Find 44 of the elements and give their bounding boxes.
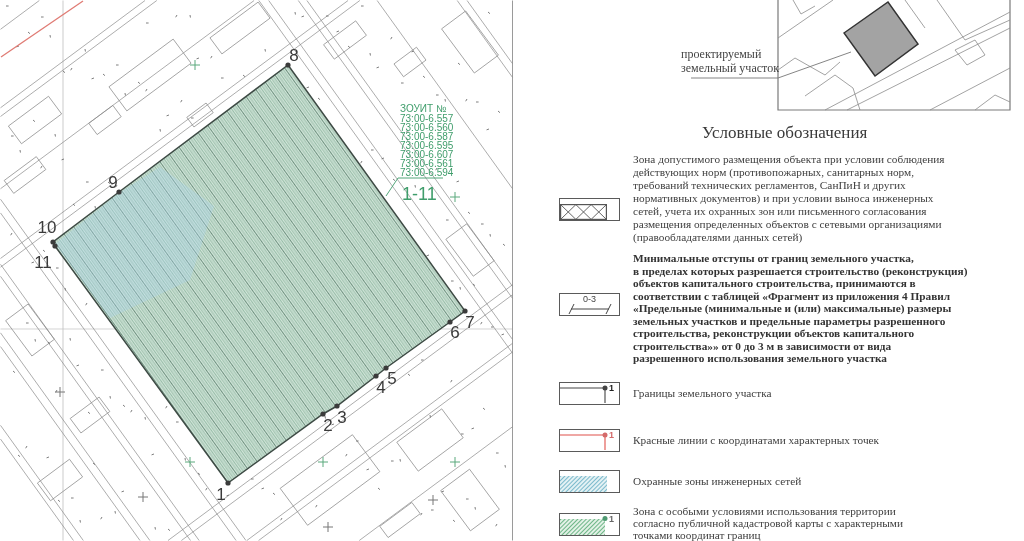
dimension-line-icon xyxy=(567,304,612,314)
point-label: 3 xyxy=(337,408,347,427)
hatch-swatch-icon xyxy=(560,514,608,535)
boundary-point-icon xyxy=(383,365,389,371)
boundary-point-icon xyxy=(285,62,291,68)
legend-description: Зона с особыми условиями использования территории согласно публичной кадастровой карты с характерными точками координат границ xyxy=(633,504,904,541)
point-label: 8 xyxy=(289,46,299,65)
zone-registry-code: 73:00-6.607 xyxy=(400,148,454,160)
legend-description: Зона допустимого размещения объекта при условии соблюдения действующих норм (противопожарных, санитарных норм, требований технических регламентов, СанПиН и других нормативных документов) и при условии выноса инженерных сетей, учета их охранных зон или письменного согласования размещения определенных объектов с сетевыми организациями (правообладателями данных сетей) xyxy=(633,153,945,244)
point-label: 10 xyxy=(37,218,57,237)
legend-title: Условные обозначения xyxy=(702,123,868,143)
point-label: 11 xyxy=(34,253,52,272)
boundary-point-icon xyxy=(447,319,453,325)
point-label: 6 xyxy=(450,323,460,342)
boundary-point-icon xyxy=(320,411,326,417)
point-label: 9 xyxy=(108,173,118,192)
boundary-point-icon xyxy=(462,308,468,314)
legend-description: Минимальные отступы от границ земельного участка, в пределах которых разрешается строительство (реконструкция) объектов капитального строительства, принимаются в соответствии с таблицей «Фрагмент из приложения 4 Правил «Предельные (минимальные и (или) максимальные) размеры земельных участков и предельные параметры разрешенного строительства, реконструкции объектов капитального строительства»» от 0 до 3 м в зависимости от вида разрешенного использования земельного участка xyxy=(633,252,968,365)
legend-description: Границы земельного участка xyxy=(633,386,772,400)
zone-registry-code: 73:00-6.595 xyxy=(400,139,454,151)
zone-registry-title: ЗОУИТ № xyxy=(400,103,447,114)
hatch-swatch-icon xyxy=(560,475,607,492)
zone-registry-code: 73:00-6.561 xyxy=(400,157,454,169)
plot-caption: проектируемый земельный участок xyxy=(681,47,779,75)
legend-description: Красные линии с координатами характерных точек xyxy=(633,433,880,447)
point-number: 1 xyxy=(609,429,614,440)
zone-registry-code: 73:00-6.587 xyxy=(400,130,454,142)
point-label: 5 xyxy=(387,369,397,388)
point-label: 7 xyxy=(465,313,475,332)
point-label: 4 xyxy=(376,378,386,397)
point-number: 1 xyxy=(609,513,614,524)
boundary-point-icon xyxy=(116,189,122,195)
setback-range: 0-3 xyxy=(583,295,596,304)
point-label: 2 xyxy=(323,416,333,435)
zone-registry-code: 73:00-6.560 xyxy=(400,121,454,133)
point-label: 1 xyxy=(216,485,226,504)
legend-description: Охранные зоны инженерных сетей xyxy=(633,474,802,488)
boundary-point-icon xyxy=(334,403,340,409)
point-number: 1 xyxy=(609,382,614,393)
boundary-point-icon xyxy=(225,480,231,486)
zone-label: 1-11 xyxy=(402,184,437,204)
zone-registry-code: 73:00-6.557 xyxy=(400,112,454,124)
zone-registry-code: 73:00-6.594 xyxy=(400,166,454,178)
boundary-point-icon xyxy=(373,373,379,379)
